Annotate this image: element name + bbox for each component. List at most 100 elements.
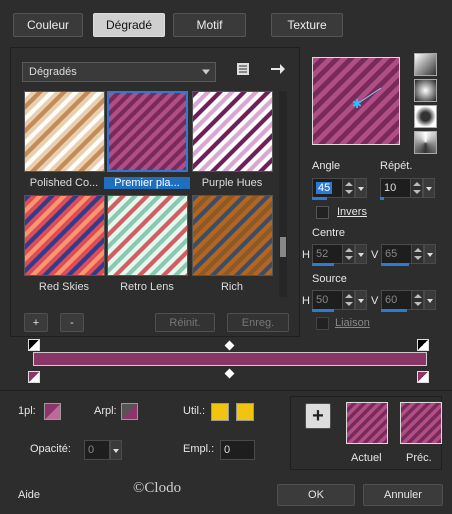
gradient-category-dropdown[interactable]: Dégradés [22,62,216,82]
tab-degrade[interactable]: Dégradé [93,13,165,37]
first-color-swatch[interactable] [44,403,61,420]
source-h-stepper[interactable] [342,291,354,309]
source-v-field[interactable]: 60 [381,290,424,310]
source-h-label: H [302,295,310,307]
center-v-value: 65 [385,248,398,260]
left-bottom-stop-marker[interactable] [28,371,40,383]
gradient-thumbnail-label: Rich [220,281,243,293]
opacite-field[interactable]: 0 [84,440,110,460]
repeat-stepper[interactable] [410,179,422,197]
center-h-value: 52 [316,248,329,260]
center-h-slider[interactable] [312,263,334,266]
gradient-thumbnail[interactable] [192,91,273,172]
source-v-stepper[interactable] [411,291,423,309]
current-label: Actuel [351,452,382,464]
previous-swatch[interactable] [400,402,442,444]
center-h-dropdown[interactable] [355,244,367,264]
util-color-swatch-1[interactable] [211,403,229,421]
source-h-slider[interactable] [312,309,334,312]
tab-texture[interactable]: Texture [271,13,343,37]
source-v-label: V [371,295,379,307]
gradient-thumbnail-label: Premier pla... [104,177,190,189]
cancel-button[interactable]: Annuler [363,484,443,506]
chevron-down-icon [202,69,210,75]
tab-couleur[interactable]: Couleur [13,13,83,37]
gradient-preview[interactable]: ✱ [312,57,400,145]
util-label: Util.: [183,405,205,417]
center-v-field[interactable]: 65 [381,244,424,264]
svg-text:✱: ✱ [352,97,362,111]
left-top-stop-marker[interactable] [28,339,40,351]
source-h-value: 50 [316,294,329,306]
help-label[interactable]: Aide [18,489,40,501]
previous-label: Préc. [406,452,432,464]
radial-style-icon[interactable] [414,79,437,102]
repeat-label: Répét. [380,160,413,172]
background-color-swatch[interactable] [121,403,138,420]
center-v-stepper[interactable] [411,245,423,263]
right-top-stop-marker[interactable] [417,339,429,351]
center-h-field[interactable]: 52 [312,244,355,264]
save-gradient-button[interactable]: Enreg. [227,313,289,332]
gradient-thumbnail[interactable] [107,91,188,172]
angle-dropdown[interactable] [355,178,367,198]
divider [0,390,452,391]
angle-stepper[interactable] [342,179,354,197]
source-v-slider[interactable] [381,309,407,312]
gradient-thumbnail-label: Purple Hues [201,177,263,189]
gradient-menu-icon[interactable] [236,62,250,76]
rectangular-style-icon[interactable] [414,131,437,154]
angle-field[interactable]: 45 [312,178,355,198]
repeat-slider[interactable] [380,197,384,200]
gradient-thumbnail-label: Retro Lens [120,281,174,293]
util-color-swatch-2[interactable] [236,403,254,421]
repeat-dropdown[interactable] [423,178,435,198]
linear-style-icon[interactable] [414,53,437,76]
add-gradient-button[interactable]: + [24,313,48,332]
empl-label: Empl.: [183,443,215,455]
current-swatch [346,402,388,444]
center-v-dropdown[interactable] [424,244,436,264]
source-h-dropdown[interactable] [355,290,367,310]
center-h-stepper[interactable] [342,245,354,263]
opacite-value: 0 [88,444,95,456]
center-v-slider[interactable] [381,263,409,266]
link-checkbox[interactable] [316,317,329,330]
center-label: Centre [312,227,346,239]
top-midpoint-marker[interactable] [224,340,235,351]
repeat-field[interactable]: 10 [380,178,423,198]
gradient-bar[interactable] [33,352,427,366]
empl-value: 0 [224,444,231,456]
gradient-thumbnail[interactable] [192,195,273,276]
reset-button[interactable]: Réinit. [155,313,215,332]
gradient-thumbnail-label: Polished Co... [29,177,99,189]
gradient-thumbnail-label: Red Skies [38,281,90,293]
invert-checkbox[interactable] [316,206,329,219]
empl-field[interactable]: 0 [220,440,255,460]
arpl-label: Arpl: [94,405,117,417]
source-h-field[interactable]: 50 [312,290,355,310]
center-h-label: H [302,249,310,261]
thumbnail-scrollbar[interactable] [279,91,287,297]
angle-label: Angle [312,160,341,172]
ok-button[interactable]: OK [277,484,355,506]
arrow-right-icon[interactable] [270,62,286,76]
add-to-swatches-button[interactable]: + [305,403,331,429]
gradient-thumbnail[interactable] [24,195,105,276]
right-bottom-stop-marker[interactable] [417,371,429,383]
tab-motif[interactable]: Motif [173,13,246,37]
source-v-dropdown[interactable] [424,290,436,310]
center-v-label: V [371,249,379,261]
remove-gradient-button[interactable]: - [60,313,84,332]
opacite-label: Opacité: [30,443,71,455]
circular-style-icon[interactable] [414,105,437,128]
angle-slider[interactable] [312,197,327,200]
gradient-thumbnail[interactable] [107,195,188,276]
gradient-thumbnail[interactable] [24,91,105,172]
invert-label: Invers [337,206,367,218]
watermark-text: ©Clodo [133,480,182,496]
tab-bar: Couleur Dégradé Motif Texture [0,0,452,44]
opacite-dropdown[interactable] [110,440,122,460]
scrollbar-thumb[interactable] [280,237,286,257]
bottom-midpoint-marker[interactable] [224,368,235,379]
